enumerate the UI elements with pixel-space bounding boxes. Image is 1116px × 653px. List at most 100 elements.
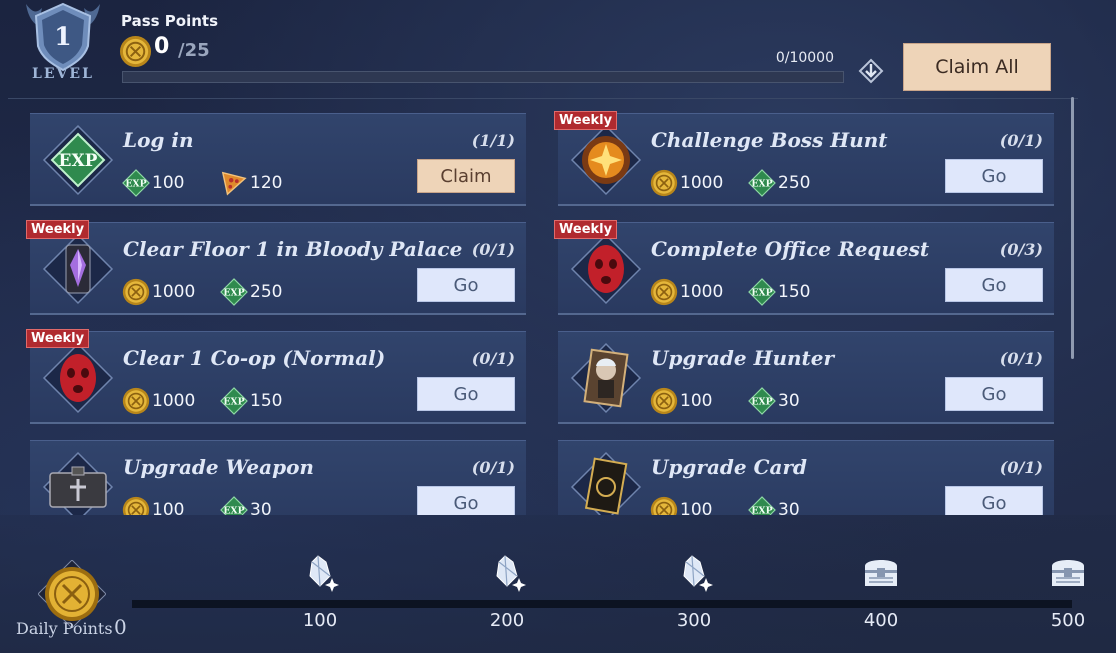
task-reward: 1000 bbox=[650, 169, 724, 197]
reward-amount: 250 bbox=[778, 173, 811, 193]
milestone-value: 300 bbox=[676, 610, 712, 631]
task-reward: EXP 150 bbox=[748, 278, 810, 306]
milestone-reward[interactable]: 400 bbox=[851, 552, 911, 642]
task-title: Upgrade Hunter bbox=[651, 346, 835, 370]
chest-icon bbox=[1048, 552, 1088, 592]
task-progress: (0/1) bbox=[471, 349, 515, 368]
reward-amount: 30 bbox=[778, 500, 800, 515]
exp-progress-bar bbox=[122, 71, 844, 83]
task-progress: (1/1) bbox=[471, 131, 515, 150]
task-title: Challenge Boss Hunt bbox=[651, 128, 888, 152]
task-go-button[interactable]: Go bbox=[945, 159, 1043, 193]
weekly-badge: Weekly bbox=[554, 220, 618, 239]
task-title: Upgrade Weapon bbox=[123, 455, 314, 479]
task-title: Upgrade Card bbox=[651, 455, 807, 479]
task-progress: (0/1) bbox=[999, 349, 1043, 368]
download-arrow-icon[interactable] bbox=[858, 58, 884, 84]
task-go-button[interactable]: Go bbox=[417, 377, 515, 411]
task-reward: 100 bbox=[122, 496, 185, 515]
svg-text:EXP: EXP bbox=[751, 288, 772, 299]
task-reward: 100 bbox=[650, 387, 712, 415]
task-card: Complete Office Request (0/3) 1000 EXP 150 Go… bbox=[554, 220, 1054, 315]
task-icon bbox=[42, 342, 114, 414]
exp-icon: EXP bbox=[748, 169, 776, 197]
reward-amount: 1000 bbox=[680, 282, 724, 302]
milestone-reward[interactable]: 300 bbox=[664, 552, 724, 642]
milestone-reward[interactable]: 200 bbox=[477, 552, 537, 642]
task-go-button[interactable]: Go bbox=[945, 486, 1043, 515]
exp-icon: EXP bbox=[748, 278, 776, 306]
milestone-value: 400 bbox=[863, 610, 899, 631]
task-go-button[interactable]: Go bbox=[945, 377, 1043, 411]
task-reward: 1000 bbox=[122, 387, 195, 415]
coin-icon bbox=[650, 278, 678, 306]
reward-amount: 100 bbox=[152, 173, 185, 193]
task-progress: (0/3) bbox=[999, 240, 1043, 259]
svg-text:EXP: EXP bbox=[223, 397, 244, 408]
task-claim-button[interactable]: Claim bbox=[417, 159, 515, 193]
svg-text:EXP: EXP bbox=[223, 288, 244, 299]
exp-icon: EXP bbox=[748, 387, 776, 415]
task-title: Clear 1 Co-op (Normal) bbox=[123, 346, 386, 370]
svg-text:EXP: EXP bbox=[751, 506, 772, 515]
coin-icon bbox=[650, 496, 678, 515]
task-icon bbox=[570, 342, 642, 414]
task-go-button[interactable]: Go bbox=[417, 268, 515, 302]
milestone-reward[interactable]: 500 bbox=[1038, 552, 1098, 642]
task-card: EXP Log in (1/1) EXP 100 120 Claim bbox=[30, 113, 526, 206]
daily-points-track bbox=[132, 600, 1072, 608]
daily-points-value: 0 bbox=[114, 615, 127, 639]
task-list[interactable]: EXP Log in (1/1) EXP 100 120 Claim Challenge Bo… bbox=[0, 100, 1116, 515]
svg-text:EXP: EXP bbox=[125, 179, 146, 190]
coin-icon bbox=[122, 496, 150, 515]
task-reward: EXP 250 bbox=[748, 169, 811, 197]
task-reward: EXP 30 bbox=[748, 496, 800, 515]
task-title: Complete Office Request bbox=[651, 237, 930, 261]
reward-amount: 100 bbox=[152, 500, 185, 515]
reward-amount: 100 bbox=[680, 500, 713, 515]
task-progress: (0/1) bbox=[999, 131, 1043, 150]
svg-text:EXP: EXP bbox=[223, 506, 244, 515]
daily-points-label: Daily Points bbox=[16, 619, 113, 638]
weekly-badge: Weekly bbox=[554, 111, 618, 130]
task-reward: EXP 30 bbox=[220, 496, 272, 515]
task-progress: (0/1) bbox=[999, 458, 1043, 477]
milestone-value: 500 bbox=[1050, 610, 1086, 631]
crystal-icon bbox=[674, 552, 714, 592]
milestone-value: 100 bbox=[302, 610, 338, 631]
task-card: Challenge Boss Hunt (0/1) 1000 EXP 250 Go Week… bbox=[554, 111, 1054, 206]
exp-icon: EXP bbox=[748, 496, 776, 515]
crystal-icon bbox=[487, 552, 527, 592]
task-icon bbox=[570, 124, 642, 196]
task-go-button[interactable]: Go bbox=[417, 486, 515, 515]
task-reward: 120 bbox=[220, 171, 283, 196]
svg-text:EXP: EXP bbox=[751, 397, 772, 408]
task-list-scrollbar[interactable] bbox=[1071, 97, 1074, 359]
exp-progress-text: 0/10000 bbox=[775, 50, 834, 66]
task-card: Upgrade Card (0/1) 100 EXP 30 Go bbox=[558, 440, 1054, 515]
milestone-reward[interactable]: 100 bbox=[290, 552, 350, 642]
coin-icon bbox=[122, 387, 150, 415]
coin-icon bbox=[650, 169, 678, 197]
coin-icon bbox=[650, 387, 678, 415]
reward-amount: 120 bbox=[250, 173, 283, 193]
exp-icon: EXP bbox=[220, 387, 248, 415]
task-card: Clear 1 Co-op (Normal) (0/1) 1000 EXP 150 Go W… bbox=[26, 329, 526, 424]
pass-points-value: 0 bbox=[154, 34, 170, 59]
reward-amount: 1000 bbox=[680, 173, 724, 193]
reward-amount: 250 bbox=[250, 282, 283, 302]
task-reward: EXP 250 bbox=[220, 278, 283, 306]
task-title: Log in bbox=[123, 128, 194, 152]
task-card: Upgrade Weapon (0/1) 100 EXP 30 Go bbox=[30, 440, 526, 515]
pass-points-title: Pass Points bbox=[121, 12, 219, 30]
exp-icon: EXP bbox=[122, 169, 150, 197]
task-go-button[interactable]: Go bbox=[945, 268, 1043, 302]
coin-icon bbox=[122, 278, 150, 306]
task-progress: (0/1) bbox=[471, 458, 515, 477]
level-label: LEVEL bbox=[32, 66, 94, 82]
task-reward: 1000 bbox=[650, 278, 724, 306]
task-reward: EXP 100 bbox=[122, 169, 185, 197]
claim-all-button[interactable]: Claim All bbox=[903, 43, 1051, 91]
chest-icon bbox=[861, 552, 901, 592]
task-card: Clear Floor 1 in Bloody Palace (0/1) 1000 E… bbox=[26, 220, 526, 315]
